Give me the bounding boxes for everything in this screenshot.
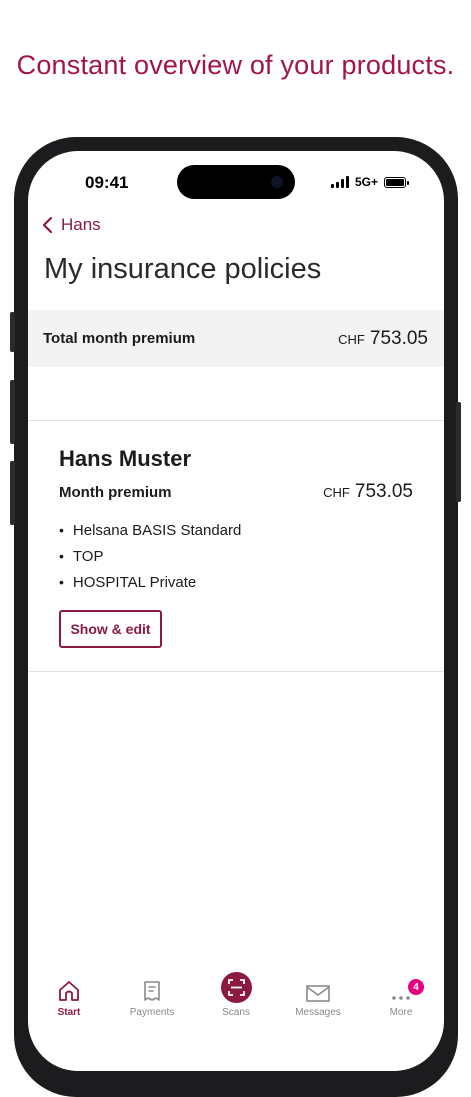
home-icon (59, 981, 79, 1001)
volume-down-button (10, 461, 15, 525)
scan-icon (220, 972, 252, 1003)
list-item: Helsana BASIS Standard (59, 517, 241, 543)
currency-label: CHF (323, 485, 350, 500)
tab-label: Payments (129, 1007, 175, 1018)
app-screen: 09:41 5G+ Hans My insurance policies Tot… (28, 151, 444, 1071)
page-title: My insurance policies (44, 253, 322, 285)
amount-value: 753.05 (354, 481, 413, 502)
divider (28, 671, 444, 672)
marketing-headline: Constant overview of your products. (16, 50, 455, 80)
policy-holder-name: Hans Muster (59, 446, 192, 471)
camera-icon (271, 176, 283, 188)
back-label: Hans (61, 215, 101, 234)
tab-payments[interactable]: Payments (117, 971, 187, 1018)
product-list: Helsana BASIS Standard TOP HOSPITAL Priv… (59, 517, 241, 595)
status-time: 09:41 (85, 173, 129, 192)
tab-scans[interactable]: Scans (201, 971, 271, 1018)
tab-label: Start (57, 1007, 81, 1018)
total-premium-label: Total month premium (43, 330, 196, 347)
notification-badge: 4 (408, 979, 424, 995)
dynamic-island (177, 165, 295, 199)
month-premium-label: Month premium (59, 483, 172, 501)
network-type: 5G+ (354, 175, 378, 189)
amount-value: 753.05 (369, 327, 428, 349)
volume-up-button (10, 380, 15, 444)
receipt-icon (144, 981, 160, 1001)
mail-icon (306, 985, 330, 1002)
month-premium-row: Month premium CHF 753.05 (59, 481, 413, 503)
currency-label: CHF (338, 331, 365, 347)
tab-label: Messages (295, 1007, 341, 1018)
back-button[interactable]: Hans (42, 215, 101, 235)
status-indicators: 5G+ (330, 175, 409, 189)
divider (28, 420, 444, 421)
list-item: HOSPITAL Private (59, 569, 241, 595)
month-premium-amount: CHF 753.05 (323, 481, 413, 503)
mute-switch (10, 312, 15, 352)
power-button (456, 402, 461, 502)
tab-bar: Start Payments Scans Messages 4 More (28, 971, 444, 1031)
signal-icon (330, 176, 349, 188)
list-item: TOP (59, 543, 241, 569)
show-edit-button[interactable]: Show & edit (59, 610, 162, 648)
tab-messages[interactable]: Messages (283, 971, 353, 1018)
chevron-left-icon (42, 216, 53, 234)
tab-start[interactable]: Start (34, 971, 104, 1018)
battery-icon (384, 176, 409, 188)
tab-label: Scans (222, 1007, 250, 1018)
total-premium-row: Total month premium CHF 753.05 (28, 310, 444, 367)
total-premium-amount: CHF 753.05 (338, 328, 428, 350)
tab-label: More (389, 1007, 413, 1018)
tab-more[interactable]: 4 More (366, 971, 436, 1018)
